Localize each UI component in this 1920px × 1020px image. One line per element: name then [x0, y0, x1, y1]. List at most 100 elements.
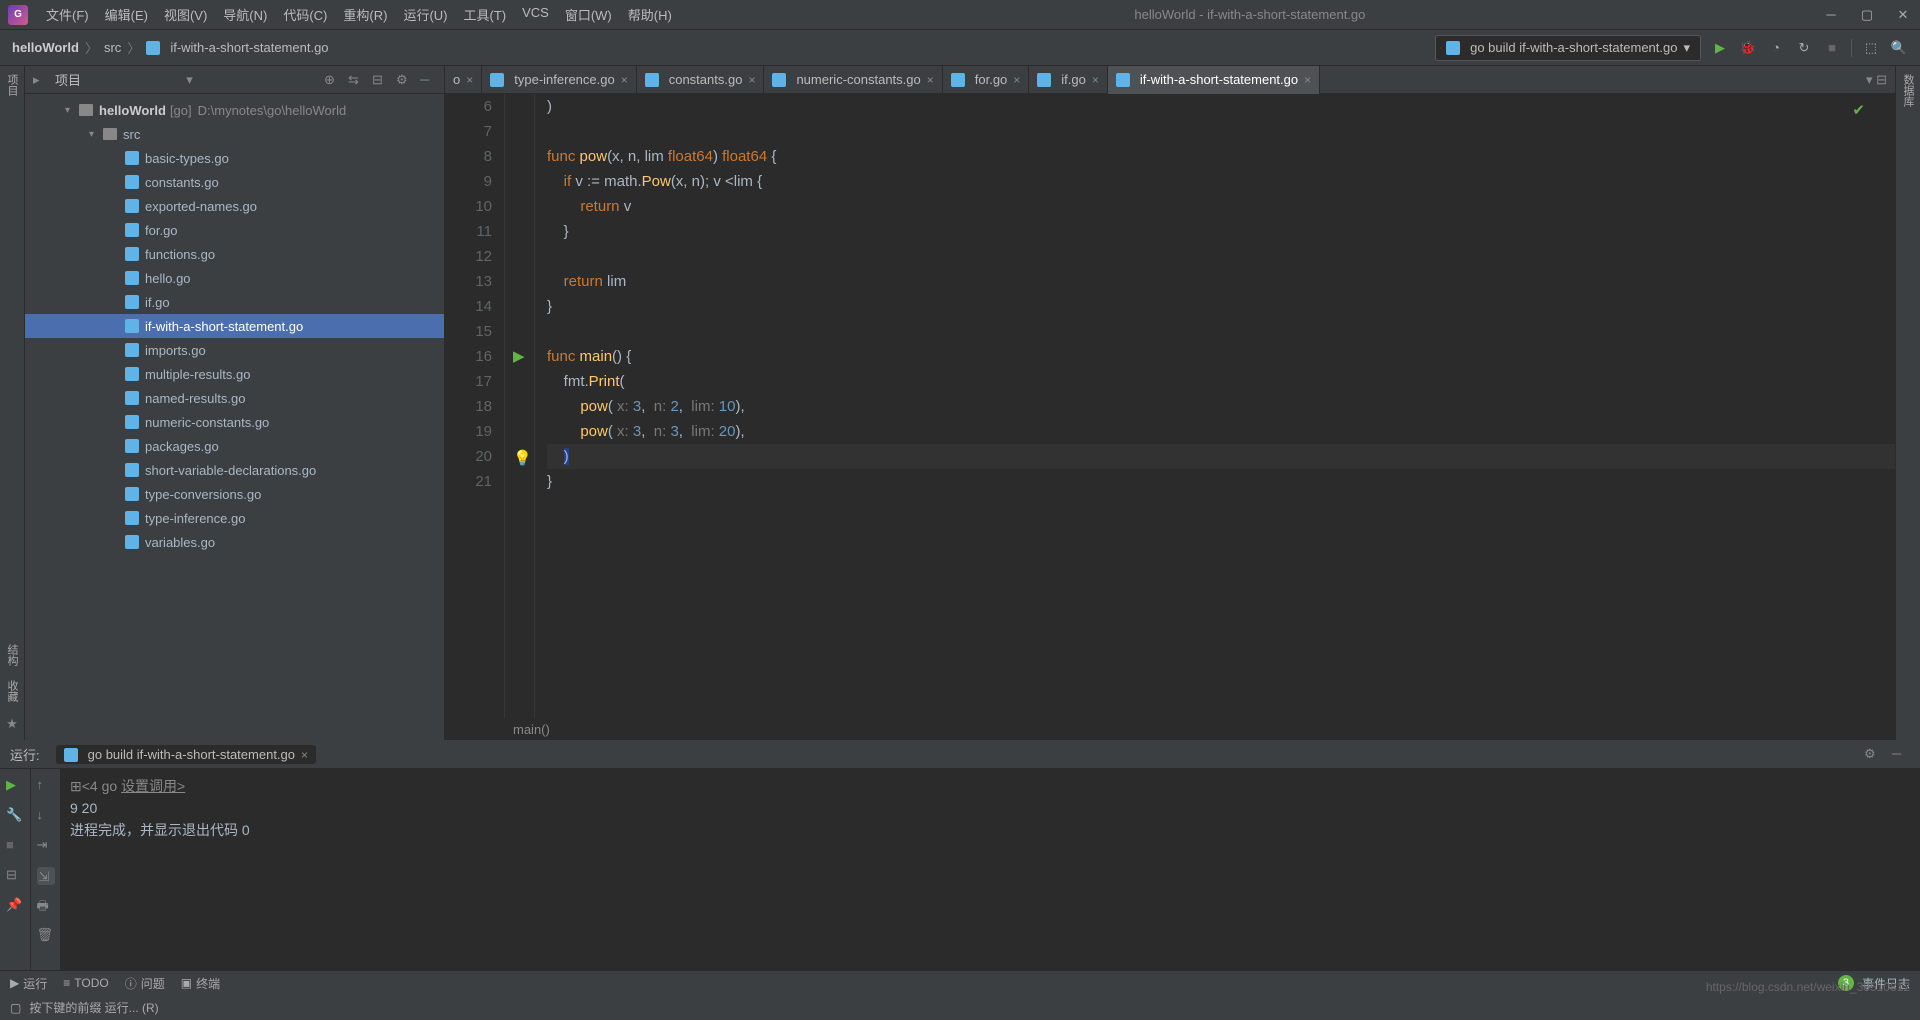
structure-tool-tab[interactable]: 结构 — [4, 644, 20, 666]
tree-file[interactable]: if.go — [25, 290, 444, 314]
menu-item[interactable]: 重构(R) — [337, 3, 393, 26]
close-icon[interactable]: × — [466, 73, 473, 87]
minimize-icon[interactable]: ─ — [1892, 746, 1910, 764]
menu-item[interactable]: 文件(F) — [40, 3, 95, 26]
collapse-icon[interactable]: ⇆ — [348, 72, 364, 88]
close-icon[interactable]: × — [748, 73, 755, 87]
scroll-icon[interactable]: ⇲ — [37, 867, 55, 885]
layout-icon[interactable]: ⊟ — [6, 867, 24, 885]
run-button[interactable]: ▶ — [1711, 39, 1729, 57]
database-tool-tab[interactable]: 数据库 — [1900, 74, 1916, 107]
minimize-button[interactable]: ─ — [1822, 6, 1840, 24]
tree-file[interactable]: if-with-a-short-statement.go — [25, 314, 444, 338]
breadcrumb-folder[interactable]: src — [104, 40, 121, 55]
editor-tab[interactable]: o× — [445, 66, 482, 94]
pin-icon[interactable]: 📌 — [6, 897, 24, 915]
close-icon[interactable]: × — [301, 748, 308, 762]
editor-tab[interactable]: type-inference.go× — [482, 66, 636, 94]
wrench-icon[interactable]: 🔧 — [6, 807, 24, 825]
favorites-tool-tab[interactable]: 收藏 — [4, 680, 20, 702]
menu-item[interactable]: 工具(T) — [457, 3, 512, 26]
tree-file[interactable]: exported-names.go — [25, 194, 444, 218]
tree-file[interactable]: named-results.go — [25, 386, 444, 410]
tree-file[interactable]: for.go — [25, 218, 444, 242]
star-icon[interactable]: ★ — [4, 716, 20, 732]
hide-icon[interactable]: ─ — [420, 72, 436, 88]
line-number: 12 — [445, 244, 492, 269]
project-tool-tab[interactable]: 项目 — [4, 74, 20, 96]
breadcrumb-project[interactable]: helloWorld — [12, 40, 79, 55]
line-number-gutter: 6789101112131415161718192021 — [445, 94, 505, 718]
tree-file[interactable]: imports.go — [25, 338, 444, 362]
tabs-more-button[interactable]: ▾ ⊟ — [1858, 72, 1895, 88]
rerun-button[interactable]: ▶ — [6, 777, 24, 795]
update-button[interactable]: ⬚ — [1862, 39, 1880, 57]
coverage-button[interactable]: ◔ — [1767, 39, 1785, 57]
editor-tab[interactable]: if.go× — [1029, 66, 1108, 94]
menu-item[interactable]: 窗口(W) — [559, 3, 618, 26]
code-breadcrumb[interactable]: main() — [445, 718, 1895, 740]
tree-file[interactable]: multiple-results.go — [25, 362, 444, 386]
up-icon[interactable]: ↑ — [37, 777, 55, 795]
tree-file[interactable]: type-conversions.go — [25, 482, 444, 506]
menu-item[interactable]: 编辑(E) — [99, 3, 154, 26]
search-button[interactable]: 🔍 — [1890, 39, 1908, 57]
editor-tab[interactable]: if-with-a-short-statement.go× — [1108, 66, 1320, 94]
terminal-tool-button[interactable]: ▣ 终端 — [181, 975, 220, 992]
run-config-selector[interactable]: go build if-with-a-short-statement.go ▾ — [1435, 35, 1701, 61]
close-icon[interactable]: × — [621, 73, 628, 87]
chevron-down-icon[interactable]: ▾ — [186, 72, 193, 88]
todo-tool-button[interactable]: ≡ TODO — [63, 976, 108, 990]
close-icon[interactable]: × — [927, 73, 934, 87]
tree-file[interactable]: short-variable-declarations.go — [25, 458, 444, 482]
close-icon[interactable]: × — [1304, 73, 1311, 87]
bulb-icon[interactable]: 💡 — [513, 446, 532, 471]
menu-item[interactable]: 帮助(H) — [622, 3, 678, 26]
tree-file[interactable]: type-inference.go — [25, 506, 444, 530]
trash-icon[interactable]: 🗑 — [37, 927, 55, 945]
close-icon[interactable]: × — [1013, 73, 1020, 87]
gear-icon[interactable]: ⚙ — [1864, 746, 1882, 764]
editor-tab[interactable]: numeric-constants.go× — [764, 66, 942, 94]
profile-button[interactable]: ↻ — [1795, 39, 1813, 57]
target-icon[interactable]: ⊕ — [324, 72, 340, 88]
editor-tab[interactable]: constants.go× — [637, 66, 765, 94]
file-tree[interactable]: ▾ helloWorld [go] D:\mynotes\go\helloWor… — [25, 94, 444, 740]
editor-content[interactable]: ✔ 6789101112131415161718192021 ▶ 💡 ) fun… — [445, 94, 1895, 718]
close-icon[interactable]: × — [1092, 73, 1099, 87]
menu-item[interactable]: 代码(C) — [277, 3, 333, 26]
wrap-icon[interactable]: ⇥ — [37, 837, 55, 855]
window-icon[interactable]: ▢ — [10, 1001, 21, 1015]
tree-file[interactable]: numeric-constants.go — [25, 410, 444, 434]
menu-item[interactable]: VCS — [516, 3, 555, 26]
menu-item[interactable]: 运行(U) — [397, 3, 453, 26]
check-icon[interactable]: ✔ — [1852, 98, 1865, 123]
settings-icon[interactable]: ⚙ — [396, 72, 412, 88]
run-tool-button[interactable]: ▶ 运行 — [10, 975, 47, 992]
tree-root[interactable]: ▾ helloWorld [go] D:\mynotes\go\helloWor… — [25, 98, 444, 122]
tree-file[interactable]: variables.go — [25, 530, 444, 554]
debug-button[interactable]: 🐞 — [1739, 39, 1757, 57]
problems-tool-button[interactable]: ⓘ 问题 — [125, 975, 165, 992]
down-icon[interactable]: ↓ — [37, 807, 55, 825]
menu-item[interactable]: 视图(V) — [158, 3, 213, 26]
print-icon[interactable]: 🖶 — [37, 897, 55, 915]
tree-file[interactable]: constants.go — [25, 170, 444, 194]
stop-button[interactable]: ■ — [6, 837, 24, 855]
console-output[interactable]: ⊞<4 go 设置调用> 9 20 进程完成，并显示退出代码 0 — [60, 769, 1920, 970]
editor-tab[interactable]: for.go× — [943, 66, 1030, 94]
tree-file[interactable]: functions.go — [25, 242, 444, 266]
tree-file[interactable]: hello.go — [25, 266, 444, 290]
menu-item[interactable]: 导航(N) — [217, 3, 273, 26]
stop-button[interactable]: ■ — [1823, 39, 1841, 57]
tree-folder-src[interactable]: ▾ src — [25, 122, 444, 146]
breadcrumb-file[interactable]: if-with-a-short-statement.go — [170, 40, 328, 55]
maximize-button[interactable]: ▢ — [1858, 6, 1876, 24]
expand-icon[interactable]: ⊟ — [372, 72, 388, 88]
run-panel-tab[interactable]: go build if-with-a-short-statement.go × — [56, 745, 316, 764]
tree-file[interactable]: packages.go — [25, 434, 444, 458]
run-gutter-icon[interactable]: ▶ — [513, 344, 525, 369]
tree-file[interactable]: basic-types.go — [25, 146, 444, 170]
code-area[interactable]: ) func pow(x, n, lim float64) float64 { … — [535, 94, 1895, 718]
close-button[interactable]: ✕ — [1894, 6, 1912, 24]
